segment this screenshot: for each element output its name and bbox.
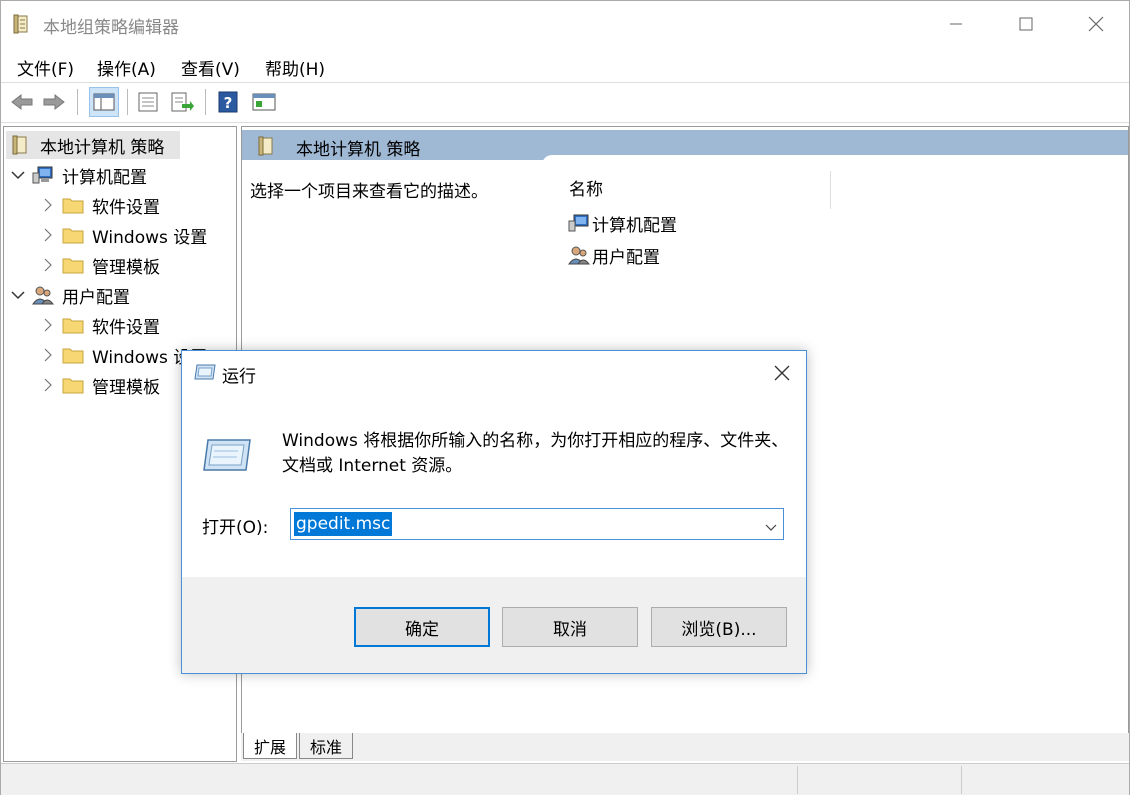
tree-item-user-config[interactable]: 用户配置: [10, 281, 130, 309]
computer-icon: [568, 213, 590, 233]
menu-view[interactable]: 查看(V): [181, 55, 240, 80]
maximize-button[interactable]: [991, 1, 1061, 47]
status-separator: [797, 766, 798, 794]
status-bar: [1, 763, 1129, 795]
tree-item-user-admin-templates[interactable]: 管理模板: [40, 371, 160, 399]
users-icon: [568, 245, 590, 265]
run-dialog-message: Windows 将根据你所输入的名称，为你打开相应的程序、文件夹、文档或 Int…: [282, 431, 789, 476]
chevron-right-icon[interactable]: [40, 258, 56, 272]
window-title: 本地组策略编辑器: [43, 18, 179, 38]
tab-extended[interactable]: 扩展: [243, 733, 298, 759]
run-dialog: 运行 Windows 将根据你所输入的名称，为你打开相应的程序、文件夹、文档或 …: [181, 350, 807, 674]
folder-icon: [62, 345, 84, 365]
chevron-right-icon[interactable]: [40, 198, 56, 212]
tree-root[interactable]: 本地计算机 策略: [6, 131, 180, 159]
cancel-button[interactable]: 取消: [502, 607, 638, 647]
status-separator: [961, 766, 962, 794]
open-field-label: 打开(O):: [202, 518, 269, 538]
chevron-down-icon[interactable]: [765, 517, 777, 537]
close-icon: [774, 365, 790, 381]
menu-file[interactable]: 文件(F): [17, 55, 74, 80]
menu-action[interactable]: 操作(A): [97, 55, 156, 80]
maximize-icon: [1019, 17, 1033, 31]
export-list-icon[interactable]: [169, 89, 195, 115]
run-dialog-body: Windows 将根据你所输入的名称，为你打开相应的程序、文件夹、文档或 Int…: [182, 395, 806, 577]
ok-button[interactable]: 确定: [354, 607, 490, 647]
list-item-label: 用户配置: [592, 247, 660, 268]
policy-icon: [258, 136, 276, 161]
tree-label: 管理模板: [92, 257, 160, 278]
chevron-down-icon[interactable]: [10, 170, 26, 180]
column-separator[interactable]: [830, 171, 831, 209]
close-button[interactable]: [1061, 1, 1130, 47]
open-input[interactable]: gpedit.msc: [294, 512, 393, 536]
details-title: 本地计算机 策略: [296, 140, 421, 160]
run-dialog-titlebar[interactable]: 运行: [182, 351, 806, 395]
toolbar-separator: [127, 89, 128, 115]
title-bar[interactable]: 本地组策略编辑器: [1, 1, 1129, 47]
tree-item-computer-config[interactable]: 计算机配置: [10, 161, 147, 189]
header-notch: [542, 155, 1128, 165]
back-arrow-icon[interactable]: [9, 89, 35, 115]
view-tabs: 扩展 标准: [241, 733, 1129, 761]
folder-icon: [62, 375, 84, 395]
tree-label: Windows 设置: [92, 227, 208, 248]
users-icon: [32, 285, 54, 305]
tree-root-label: 本地计算机 策略: [40, 137, 165, 158]
run-dialog-close-button[interactable]: [758, 351, 806, 395]
run-icon: [194, 363, 216, 386]
menu-bar: 文件(F) 操作(A) 查看(V) 帮助(H): [1, 49, 1129, 83]
folder-icon: [62, 255, 84, 275]
chevron-right-icon[interactable]: [40, 228, 56, 242]
list-item-computer-config[interactable]: 计算机配置: [568, 209, 677, 237]
forward-arrow-icon[interactable]: [41, 89, 67, 115]
tree-item-software-settings[interactable]: 软件设置: [40, 191, 160, 219]
toolbar: ?: [1, 83, 1129, 123]
description-text: 选择一个项目来查看它的描述。: [250, 182, 488, 202]
list-item-user-config[interactable]: 用户配置: [568, 241, 660, 269]
folder-icon: [62, 315, 84, 335]
tree-label: 计算机配置: [62, 167, 147, 188]
minimize-button[interactable]: [921, 1, 991, 47]
run-large-icon: [202, 437, 252, 478]
tree-label: 用户配置: [62, 287, 130, 308]
view-icon[interactable]: [251, 89, 277, 115]
browse-button[interactable]: 浏览(B)...: [651, 607, 787, 647]
tree-item-windows-settings[interactable]: Windows 设置: [40, 221, 207, 249]
computer-icon: [32, 165, 54, 185]
chevron-right-icon[interactable]: [40, 378, 56, 392]
menu-help[interactable]: 帮助(H): [265, 55, 325, 80]
svg-text:?: ?: [224, 94, 233, 112]
folder-icon: [62, 195, 84, 215]
properties-icon[interactable]: [135, 89, 161, 115]
column-header-name[interactable]: 名称: [569, 175, 603, 200]
tree-label: 管理模板: [92, 377, 160, 398]
show-hide-tree-icon[interactable]: [89, 87, 119, 117]
policy-app-icon: [13, 14, 31, 34]
run-dialog-title: 运行: [222, 367, 256, 387]
close-icon: [1088, 16, 1104, 32]
tree-label: 软件设置: [92, 317, 160, 338]
list-item-label: 计算机配置: [592, 215, 677, 236]
chevron-right-icon[interactable]: [40, 318, 56, 332]
tree-item-admin-templates[interactable]: 管理模板: [40, 251, 160, 279]
toolbar-separator: [77, 89, 78, 115]
policy-icon: [10, 135, 32, 155]
help-icon[interactable]: ?: [215, 89, 241, 115]
chevron-right-icon[interactable]: [40, 348, 56, 362]
folder-icon: [62, 225, 84, 245]
tree-item-user-software-settings[interactable]: 软件设置: [40, 311, 160, 339]
tree-label: 软件设置: [92, 197, 160, 218]
minimize-icon: [950, 23, 962, 25]
tab-standard[interactable]: 标准: [299, 733, 354, 759]
chevron-down-icon[interactable]: [10, 290, 26, 300]
open-combobox[interactable]: gpedit.msc: [290, 508, 784, 540]
toolbar-separator: [205, 89, 206, 115]
